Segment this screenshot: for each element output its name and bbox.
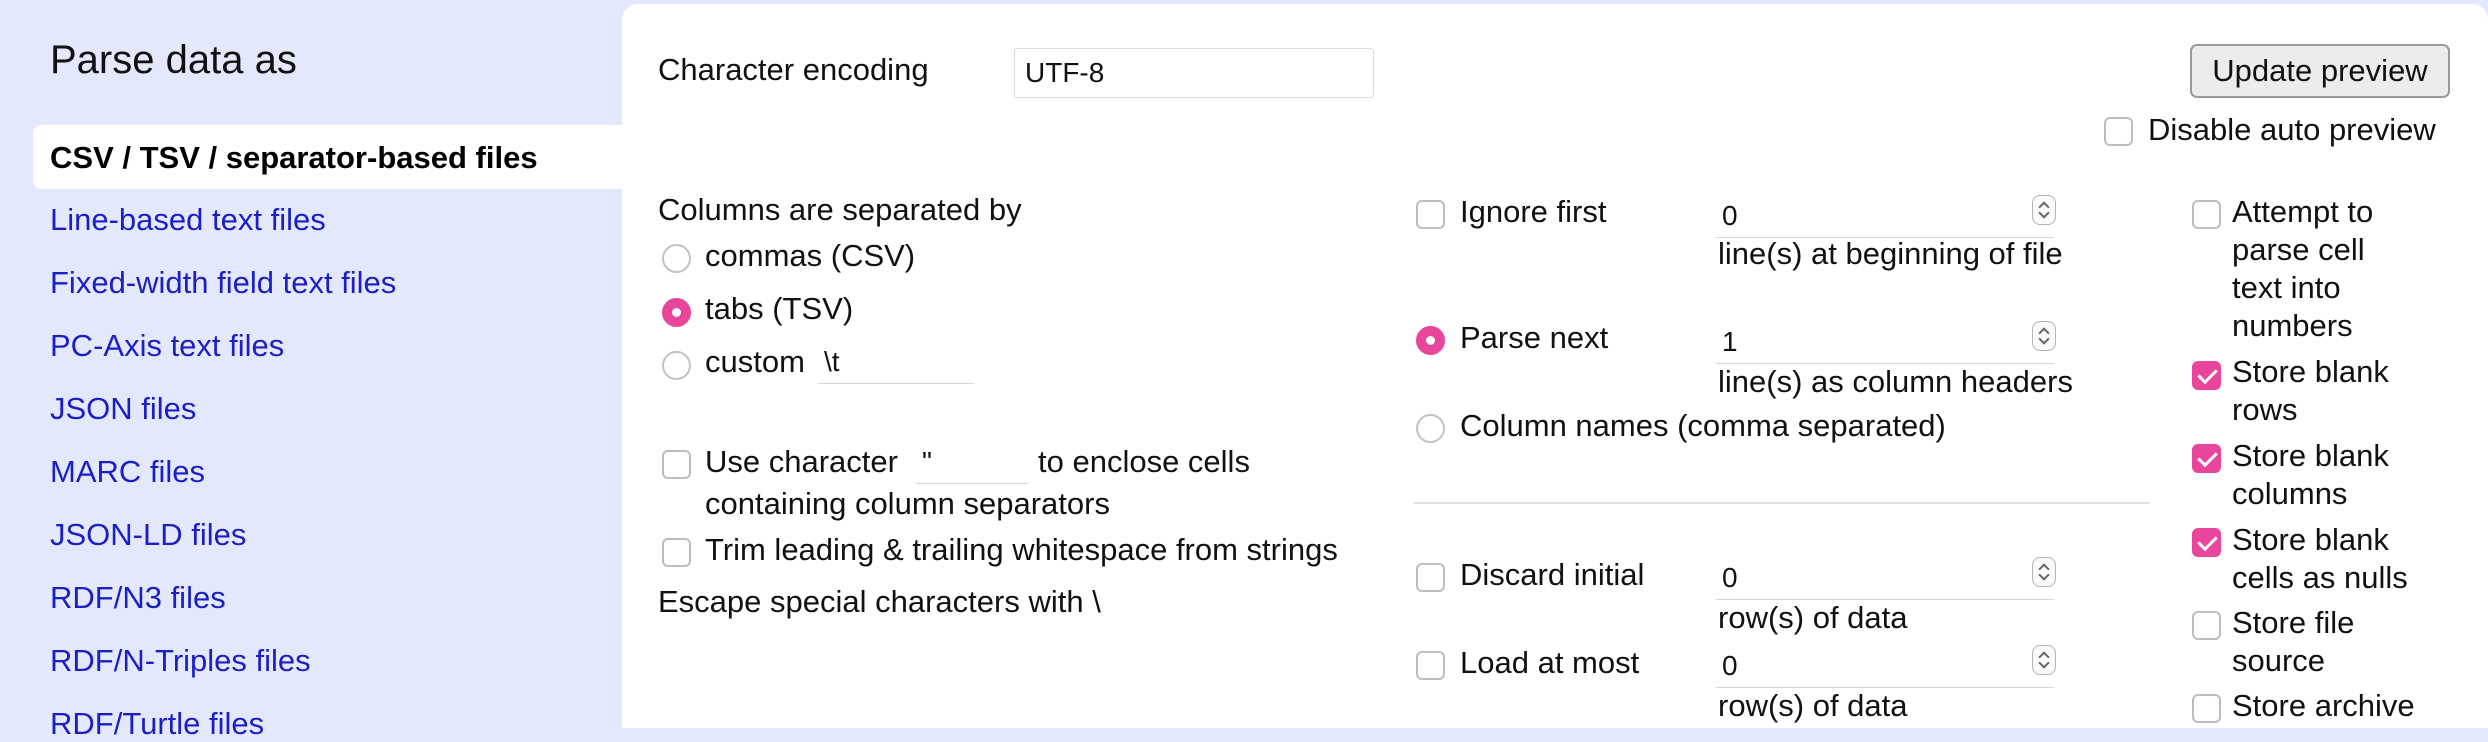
store-archive-label: Store archive xyxy=(2232,688,2415,723)
quote-char-label-line2: containing column separators xyxy=(705,486,1110,521)
format-sidebar: Parse data as CSV / TSV / separator-base… xyxy=(0,0,633,741)
store-file-source-label-2: source xyxy=(2232,643,2326,678)
trim-whitespace-label: Trim leading & trailing whitespace from … xyxy=(705,532,1338,567)
quote-char-label: Use character xyxy=(705,444,898,479)
sidebar-item-json[interactable]: JSON files xyxy=(50,391,196,427)
store-blank-rows-label-2: rows xyxy=(2232,392,2298,427)
escape-label: Escape special characters with \ xyxy=(658,584,1101,619)
ignore-first-checkbox[interactable] xyxy=(1416,200,1445,229)
parse-numbers-label-2: parse cell xyxy=(2232,232,2365,267)
sidebar-item-marc[interactable]: MARC files xyxy=(50,454,205,490)
quote-char-label-after: to enclose cells xyxy=(1038,444,1250,479)
sidebar-item-rdf-ntriples[interactable]: RDF/N-Triples files xyxy=(50,643,311,679)
sidebar-item-rdf-turtle[interactable]: RDF/Turtle files xyxy=(50,706,264,742)
store-blank-rows-label-1: Store blank xyxy=(2232,354,2389,389)
separator-custom-label: custom xyxy=(705,344,805,379)
ignore-first-spinner-icon[interactable] xyxy=(2032,195,2056,225)
separator-custom-input[interactable] xyxy=(818,340,974,384)
column-names-radio[interactable] xyxy=(1416,414,1445,443)
ignore-first-input[interactable] xyxy=(1716,194,2054,238)
discard-initial-suffix: row(s) of data xyxy=(1718,600,1908,635)
parse-numbers-label-3: text into xyxy=(2232,270,2341,305)
separator-tab-radio[interactable] xyxy=(662,298,691,327)
sidebar-item-csv-tsv[interactable]: CSV / TSV / separator-based files xyxy=(50,140,538,176)
disable-auto-preview-label: Disable auto preview xyxy=(2148,112,2436,147)
separator-heading: Columns are separated by xyxy=(658,192,1022,227)
parse-numbers-label-1: Attempt to xyxy=(2232,194,2374,229)
store-blank-cells-checkbox[interactable] xyxy=(2192,528,2221,557)
encoding-input[interactable] xyxy=(1014,48,1374,98)
quote-char-input[interactable] xyxy=(916,440,1028,484)
store-blank-columns-checkbox[interactable] xyxy=(2192,444,2221,473)
encoding-label: Character encoding xyxy=(658,52,929,87)
store-file-source-checkbox[interactable] xyxy=(2192,611,2221,640)
separator-tab-label: tabs (TSV) xyxy=(705,291,854,326)
sidebar-item-rdf-n3[interactable]: RDF/N3 files xyxy=(50,580,226,616)
parse-next-spinner-icon[interactable] xyxy=(2032,321,2056,351)
parse-next-radio[interactable] xyxy=(1416,326,1445,355)
discard-initial-input[interactable] xyxy=(1716,556,2054,600)
store-archive-checkbox[interactable] xyxy=(2192,694,2221,723)
sidebar-item-json-ld[interactable]: JSON-LD files xyxy=(50,517,246,553)
sidebar-title: Parse data as xyxy=(50,38,297,82)
store-blank-columns-label-1: Store blank xyxy=(2232,438,2389,473)
column-names-label: Column names (comma separated) xyxy=(1460,408,1946,443)
store-blank-columns-label-2: columns xyxy=(2232,476,2348,511)
parse-next-label: Parse next xyxy=(1460,320,1609,355)
load-at-most-checkbox[interactable] xyxy=(1416,651,1445,680)
store-blank-cells-label-2: cells as nulls xyxy=(2232,560,2408,595)
parse-numbers-checkbox[interactable] xyxy=(2192,200,2221,229)
load-at-most-input[interactable] xyxy=(1716,644,2054,688)
store-file-source-label-1: Store file xyxy=(2232,605,2355,640)
sidebar-item-pc-axis[interactable]: PC-Axis text files xyxy=(50,328,284,364)
quote-char-checkbox[interactable] xyxy=(662,450,691,479)
ignore-first-suffix: line(s) at beginning of file xyxy=(1718,236,2063,271)
store-blank-rows-checkbox[interactable] xyxy=(2192,361,2221,390)
load-at-most-spinner-icon[interactable] xyxy=(2032,645,2056,675)
discard-initial-checkbox[interactable] xyxy=(1416,563,1445,592)
discard-initial-spinner-icon[interactable] xyxy=(2032,557,2056,587)
trim-whitespace-checkbox[interactable] xyxy=(662,538,691,567)
parse-numbers-label-4: numbers xyxy=(2232,308,2353,343)
parser-options-panel: Character encoding Update preview Disabl… xyxy=(622,4,2488,728)
store-blank-cells-label-1: Store blank xyxy=(2232,522,2389,557)
parse-next-suffix: line(s) as column headers xyxy=(1718,364,2073,399)
separator-comma-label: commas (CSV) xyxy=(705,238,916,273)
separator-comma-radio[interactable] xyxy=(662,244,691,273)
separator-custom-radio[interactable] xyxy=(662,351,691,380)
load-at-most-label: Load at most xyxy=(1460,645,1640,680)
load-at-most-suffix: row(s) of data xyxy=(1718,688,1908,723)
parse-next-input[interactable] xyxy=(1716,320,2054,364)
ignore-first-label: Ignore first xyxy=(1460,194,1607,229)
sidebar-item-line-based[interactable]: Line-based text files xyxy=(50,202,326,238)
disable-auto-preview-checkbox[interactable] xyxy=(2104,117,2133,146)
sidebar-item-fixed-width[interactable]: Fixed-width field text files xyxy=(50,265,396,301)
column-names-input[interactable] xyxy=(1414,456,2150,504)
update-preview-button[interactable]: Update preview xyxy=(2190,44,2450,98)
discard-initial-label: Discard initial xyxy=(1460,557,1645,592)
